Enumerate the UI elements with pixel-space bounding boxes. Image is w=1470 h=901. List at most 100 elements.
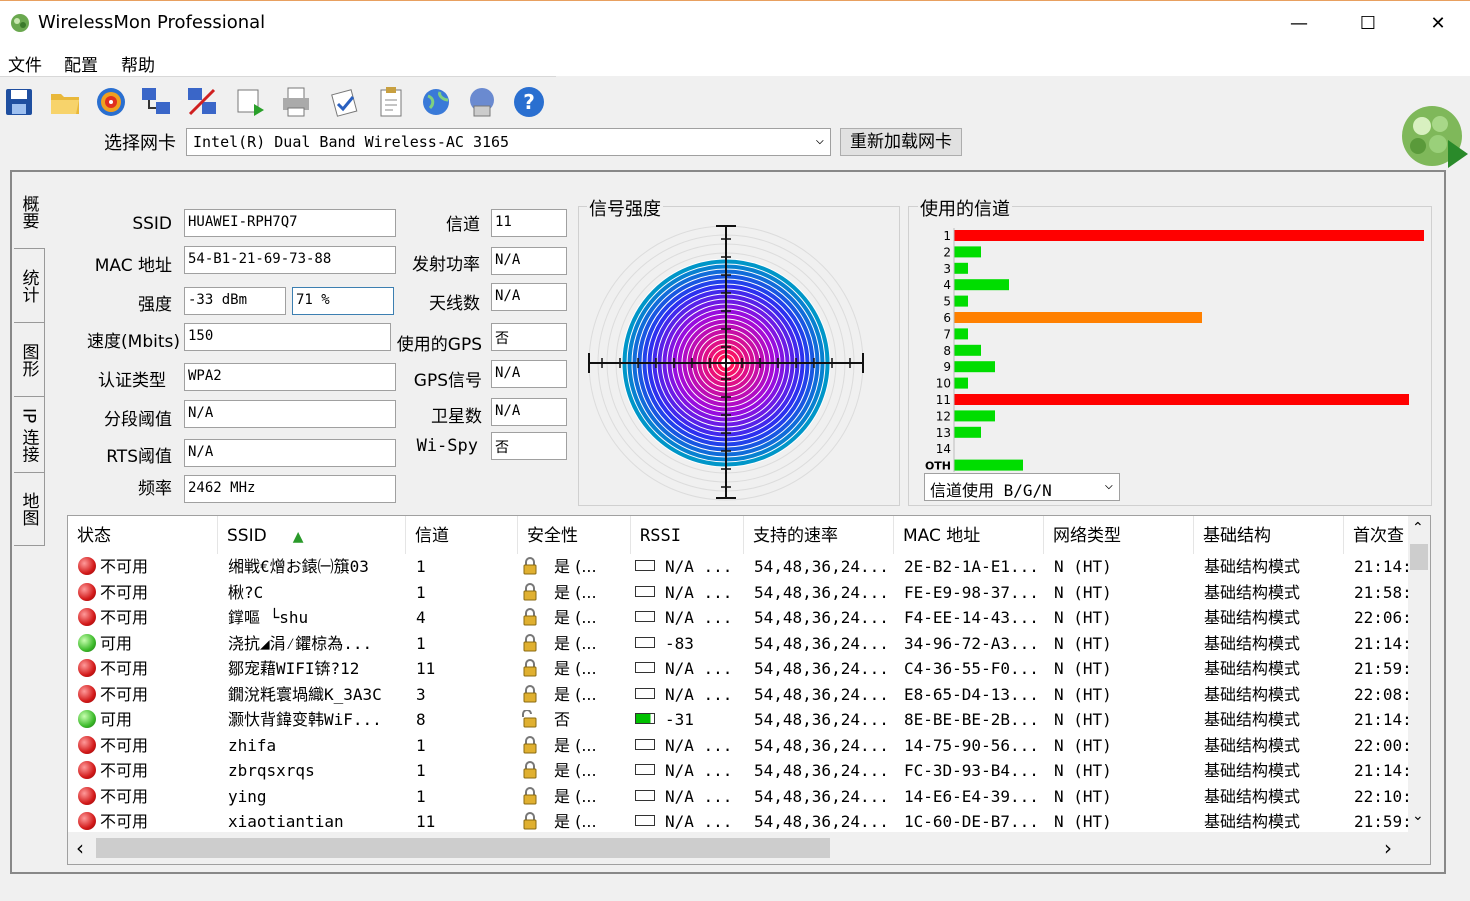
col-channel[interactable]: 信道: [406, 516, 518, 554]
channel-label: 5: [943, 295, 951, 309]
scroll-down-icon[interactable]: ⌄: [1412, 808, 1424, 824]
col-rates[interactable]: 支持的速率: [744, 516, 894, 554]
nic-label: 选择网卡: [104, 133, 176, 154]
gps-used-label: 使用的GPS: [396, 335, 482, 355]
maximize-button[interactable]: ☐: [1345, 7, 1391, 39]
lock-icon: [523, 761, 537, 779]
horizontal-scrollbar[interactable]: ‹ ›: [68, 832, 1430, 864]
antenna-label: 天线数: [429, 294, 480, 314]
table-row[interactable]: 不可用 鐣嘔 └shu 4 是 (... N/A ... 54,48,36,24... F4…: [68, 605, 1412, 631]
clipboard-icon[interactable]: [374, 84, 408, 120]
network-icon[interactable]: [140, 84, 174, 120]
col-ssid-label: SSID: [227, 526, 267, 546]
tab-map[interactable]: 地图: [14, 472, 45, 546]
table-row[interactable]: 不可用 zbrqsxrqs 1 是 (... N/A ... 54,48,36,24...…: [68, 758, 1412, 784]
table-row[interactable]: 不可用 鐗涗粍寰堝織K_3A3C 3 是 (... N/A ... 54,48,36,24…: [68, 682, 1412, 708]
security-text: 是 (...: [554, 659, 597, 678]
ch-text: 4: [416, 608, 426, 627]
channel-bar: [954, 230, 1424, 241]
ssid-text: 鄒宠藉WIFI锛?12: [228, 659, 360, 678]
tab-statistics[interactable]: 统计: [14, 248, 45, 323]
channel-label: 6: [943, 311, 951, 325]
minimize-button[interactable]: —: [1276, 7, 1322, 39]
horizontal-scroll-thumb[interactable]: [96, 838, 830, 858]
col-mac[interactable]: MAC 地址: [894, 516, 1044, 554]
channel-bar: [954, 344, 981, 356]
cell-mac: 14-E6-E4-39...: [894, 784, 1044, 809]
lock-icon: [523, 786, 537, 804]
close-button[interactable]: ✕: [1415, 7, 1461, 39]
rssi-bar: [635, 560, 655, 571]
table-row[interactable]: 不可用 楸?C 1 是 (... N/A ... 54,48,36,24... FE-E9-…: [68, 580, 1412, 606]
col-infrastructure[interactable]: 基础结构: [1194, 516, 1344, 554]
menu-file[interactable]: 文件: [8, 51, 42, 76]
table-row[interactable]: 不可用 xiaotiantian 11 是 (... N/A ... 54,48,36,2…: [68, 809, 1412, 835]
security-text: 否: [554, 710, 571, 729]
lock-icon: [523, 633, 537, 651]
col-network-type[interactable]: 网络类型: [1044, 516, 1194, 554]
col-first-seen[interactable]: 首次查: [1344, 516, 1414, 554]
rates-text: 54,48,36,24...: [754, 710, 889, 729]
scroll-up-icon[interactable]: ⌃: [1412, 520, 1424, 536]
rates-text: 54,48,36,24...: [754, 812, 889, 831]
save-icon[interactable]: [2, 84, 36, 120]
vertical-scroll-thumb[interactable]: [1410, 544, 1428, 570]
reload-nic-button[interactable]: 重新加载网卡: [840, 128, 962, 156]
vertical-scrollbar[interactable]: ⌃ ⌄: [1408, 516, 1430, 832]
col-security[interactable]: 安全性: [518, 516, 631, 554]
rssi-bar: [635, 738, 655, 750]
cell-rates: 54,48,36,24...: [744, 758, 894, 783]
web-icon[interactable]: [466, 84, 500, 120]
globe-icon[interactable]: [420, 84, 454, 120]
cell-first: 21:14:: [1344, 707, 1414, 732]
channel-usage-dropdown[interactable]: 信道使用 B/G/N ⌵: [924, 473, 1120, 501]
target-icon[interactable]: [94, 84, 128, 120]
cell-ssid: ying: [218, 784, 406, 809]
help-icon[interactable]: ?: [512, 84, 546, 120]
channel-label: 8: [943, 344, 951, 358]
cell-status: 不可用: [68, 605, 218, 630]
infra-text: 基础结构模式: [1204, 812, 1301, 831]
col-rssi[interactable]: RSSI: [631, 516, 744, 554]
table-row[interactable]: 不可用 缃戦€熷お鎱㈠簱03 1 是 (... N/A ... 54,48,36,24..…: [68, 554, 1412, 580]
table-row[interactable]: 可用 浇抗◢涓⁄鑺椋為... 1 是 (... -83 54,48,36,24... 34-…: [68, 631, 1412, 657]
network-config-icon[interactable]: [186, 84, 220, 120]
cell-sec: 是 (...: [518, 758, 631, 783]
menu-config[interactable]: 配置: [64, 51, 98, 76]
cell-sec: 是 (...: [518, 809, 631, 834]
unlock-icon: [522, 710, 537, 728]
cell-rssi: N/A ...: [631, 656, 744, 681]
tab-ip-connection[interactable]: IP 连接: [14, 396, 45, 473]
col-ssid[interactable]: SSID ▲: [218, 516, 406, 554]
menu-help[interactable]: 帮助: [121, 51, 155, 76]
tab-graph[interactable]: 图形: [14, 322, 45, 397]
lock-icon: [523, 812, 537, 830]
channel-bar: [954, 361, 995, 373]
status-text: 可用: [100, 633, 133, 653]
cell-sec: 是 (...: [518, 605, 631, 630]
scroll-left-icon[interactable]: ‹: [76, 836, 84, 860]
channel-bar: [954, 328, 968, 340]
security-text: 是 (...: [554, 684, 597, 704]
table-row[interactable]: 可用 灏忕背鍏变韩WiF... 8 否 -31 54,48,36,24... 8E-BE-B…: [68, 707, 1412, 733]
printer-icon[interactable]: [280, 84, 314, 120]
first-text: 21:14:: [1354, 710, 1412, 729]
network-table: 状态 SSID ▲ 信道 安全性 RSSI 支持的速率 MAC 地址 网络类型 基…: [67, 515, 1431, 865]
cell-ch: 1: [406, 758, 518, 783]
table-row[interactable]: 不可用 zhifa 1 是 (... N/A ... 54,48,36,24... 14-7…: [68, 733, 1412, 759]
cell-ssid: 浇抗◢涓⁄鑺椋為...: [218, 631, 406, 656]
table-row[interactable]: 不可用 鄒宠藉WIFI锛?12 11 是 (... N/A ... 54,48,36,24…: [68, 656, 1412, 682]
channel-bar: [954, 394, 1409, 405]
scroll-right-icon[interactable]: ›: [1384, 836, 1392, 860]
nic-dropdown[interactable]: Intel(R) Dual Band Wireless-AC 3165 ⌵: [186, 128, 831, 156]
security-text: 是 (...: [554, 812, 597, 831]
mac-text: FE-E9-98-37...: [904, 582, 1039, 602]
open-folder-icon[interactable]: [48, 84, 82, 120]
table-row[interactable]: 不可用 ying 1 是 (... N/A ... 54,48,36,24... 14-E6…: [68, 784, 1412, 810]
cell-status: 不可用: [68, 809, 218, 834]
col-status[interactable]: 状态: [68, 516, 218, 554]
tab-summary[interactable]: 概要: [14, 176, 44, 248]
print-preview-icon[interactable]: [234, 84, 268, 120]
checklist-icon[interactable]: [328, 84, 362, 120]
status-text: 不可用: [100, 735, 149, 755]
